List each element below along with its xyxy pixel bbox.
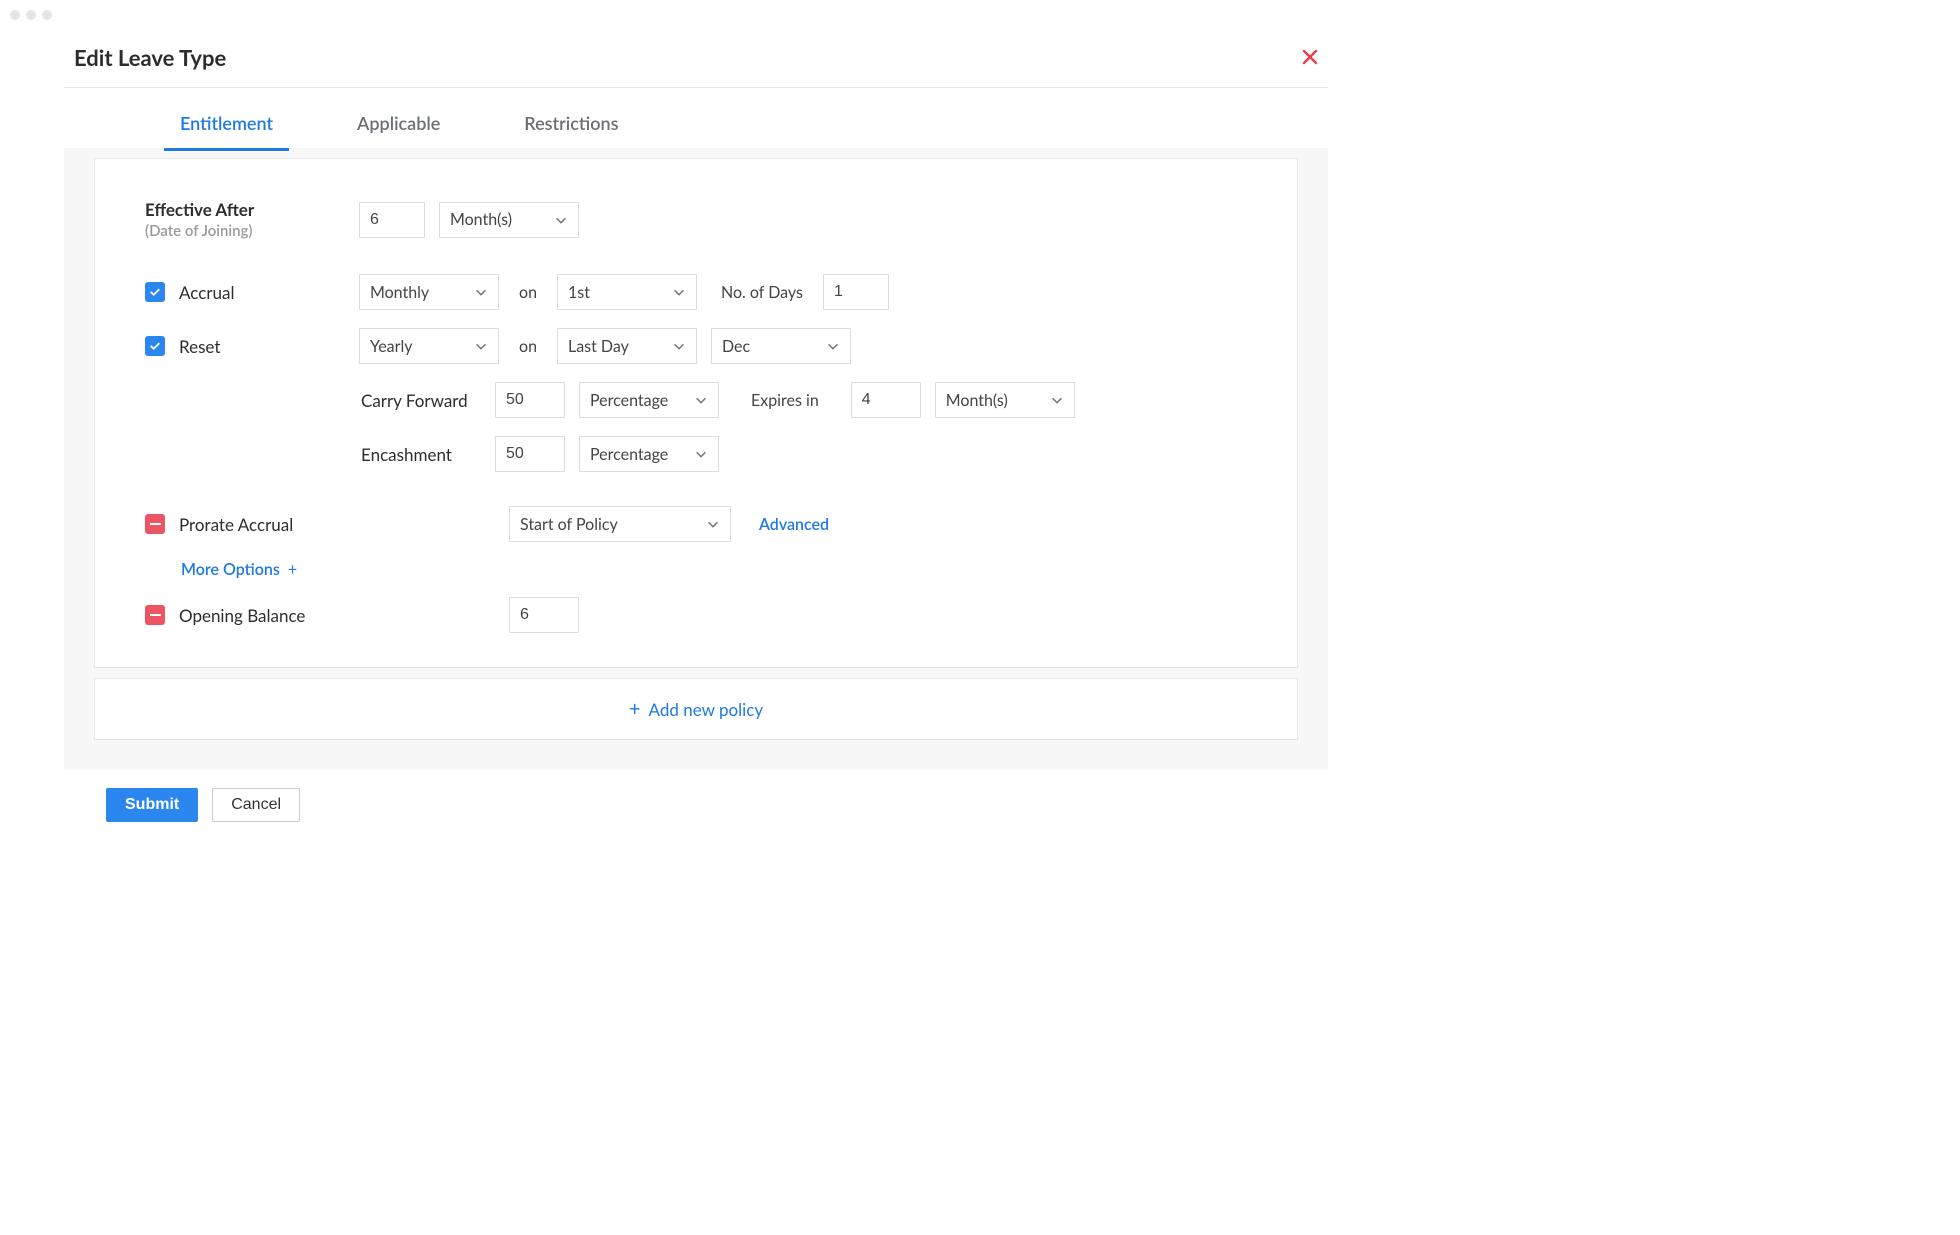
reset-day-select[interactable]: Last Day <box>557 328 697 364</box>
effective-after-value-input[interactable] <box>359 202 425 238</box>
chevron-down-icon <box>672 339 686 353</box>
expires-unit-select[interactable]: Month(s) <box>935 382 1075 418</box>
opening-balance-label: Opening Balance <box>179 605 305 626</box>
on-label: on <box>519 283 537 302</box>
chevron-down-icon <box>826 339 840 353</box>
prorate-accrual-checkbox[interactable] <box>145 514 165 534</box>
accrual-checkbox[interactable] <box>145 282 165 302</box>
close-icon[interactable] <box>1302 46 1318 70</box>
plus-icon: + <box>288 560 297 579</box>
entitlement-card: Effective After (Date of Joining) Month(… <box>94 158 1298 668</box>
window-traffic-lights <box>0 0 1392 20</box>
tab-restrictions[interactable]: Restrictions <box>508 92 634 151</box>
reset-month-select[interactable]: Dec <box>711 328 851 364</box>
opening-balance-checkbox[interactable] <box>145 605 165 625</box>
footer-actions: Submit Cancel <box>64 770 1328 822</box>
carry-forward-label: Carry Forward <box>361 390 481 411</box>
expires-value-input[interactable] <box>851 382 921 418</box>
chevron-down-icon <box>554 213 568 227</box>
chevron-down-icon <box>474 285 488 299</box>
encashment-unit-select[interactable]: Percentage <box>579 436 719 472</box>
advanced-link[interactable]: Advanced <box>759 515 829 534</box>
no-of-days-label: No. of Days <box>721 283 803 302</box>
chevron-down-icon <box>672 285 686 299</box>
tabs: Entitlement Applicable Restrictions <box>64 92 1328 151</box>
prorate-accrual-label: Prorate Accrual <box>179 514 293 535</box>
reset-label: Reset <box>179 336 220 357</box>
effective-after-sublabel: (Date of Joining) <box>145 222 252 240</box>
page-title: Edit Leave Type <box>74 44 226 71</box>
tab-applicable[interactable]: Applicable <box>341 92 456 151</box>
encashment-label: Encashment <box>361 444 481 465</box>
effective-after-label: Effective After <box>145 199 254 220</box>
effective-after-unit-select[interactable]: Month(s) <box>439 202 579 238</box>
cancel-button[interactable]: Cancel <box>212 788 300 822</box>
encashment-value-input[interactable] <box>495 436 565 472</box>
add-new-policy-button[interactable]: + Add new policy <box>94 678 1298 740</box>
reset-checkbox[interactable] <box>145 336 165 356</box>
reset-frequency-select[interactable]: Yearly <box>359 328 499 364</box>
chevron-down-icon <box>694 447 708 461</box>
more-options-link[interactable]: More Options + <box>181 560 1247 579</box>
accrual-days-input[interactable] <box>823 274 889 310</box>
submit-button[interactable]: Submit <box>106 788 198 822</box>
accrual-frequency-select[interactable]: Monthly <box>359 274 499 310</box>
accrual-day-select[interactable]: 1st <box>557 274 697 310</box>
plus-icon: + <box>629 697 641 721</box>
on-label-2: on <box>519 337 537 356</box>
carry-forward-unit-select[interactable]: Percentage <box>579 382 719 418</box>
opening-balance-input[interactable] <box>509 597 579 633</box>
chevron-down-icon <box>474 339 488 353</box>
chevron-down-icon <box>706 517 720 531</box>
accrual-label: Accrual <box>179 282 235 303</box>
chevron-down-icon <box>694 393 708 407</box>
tab-entitlement[interactable]: Entitlement <box>164 92 289 151</box>
chevron-down-icon <box>1050 393 1064 407</box>
page-header: Edit Leave Type <box>64 30 1328 88</box>
carry-forward-value-input[interactable] <box>495 382 565 418</box>
prorate-accrual-select[interactable]: Start of Policy <box>509 506 731 542</box>
expires-in-label: Expires in <box>751 391 819 410</box>
